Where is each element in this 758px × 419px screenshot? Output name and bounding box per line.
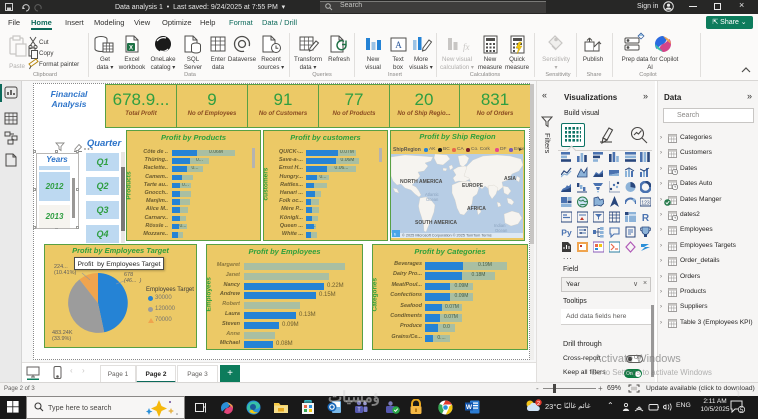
svg-text:Ocean: Ocean [495,228,508,233]
svg-text:123: 123 [641,201,650,207]
svg-text:Ocean: Ocean [426,197,439,202]
svg-text:ASIA: ASIA [504,176,516,182]
svg-text:© 2025 Microsoft Corporation ©: © 2025 Microsoft Corporation © 2025 TomT… [402,234,492,238]
svg-text:AFRICA: AFRICA [467,206,486,212]
svg-text:NORTH AMERICA: NORTH AMERICA [400,179,443,185]
svg-text:R: R [642,213,650,223]
svg-text:2: 2 [537,401,540,407]
svg-text:EUROPE: EUROPE [462,183,484,189]
svg-text:fx: fx [463,42,470,52]
svg-text:SOUTH AMERICA: SOUTH AMERICA [415,220,457,226]
svg-text:X: X [129,46,133,52]
svg-text:A: A [395,40,402,50]
svg-text:T: T [357,408,360,414]
svg-text:W: W [466,404,473,411]
svg-text:Py: Py [561,228,572,238]
